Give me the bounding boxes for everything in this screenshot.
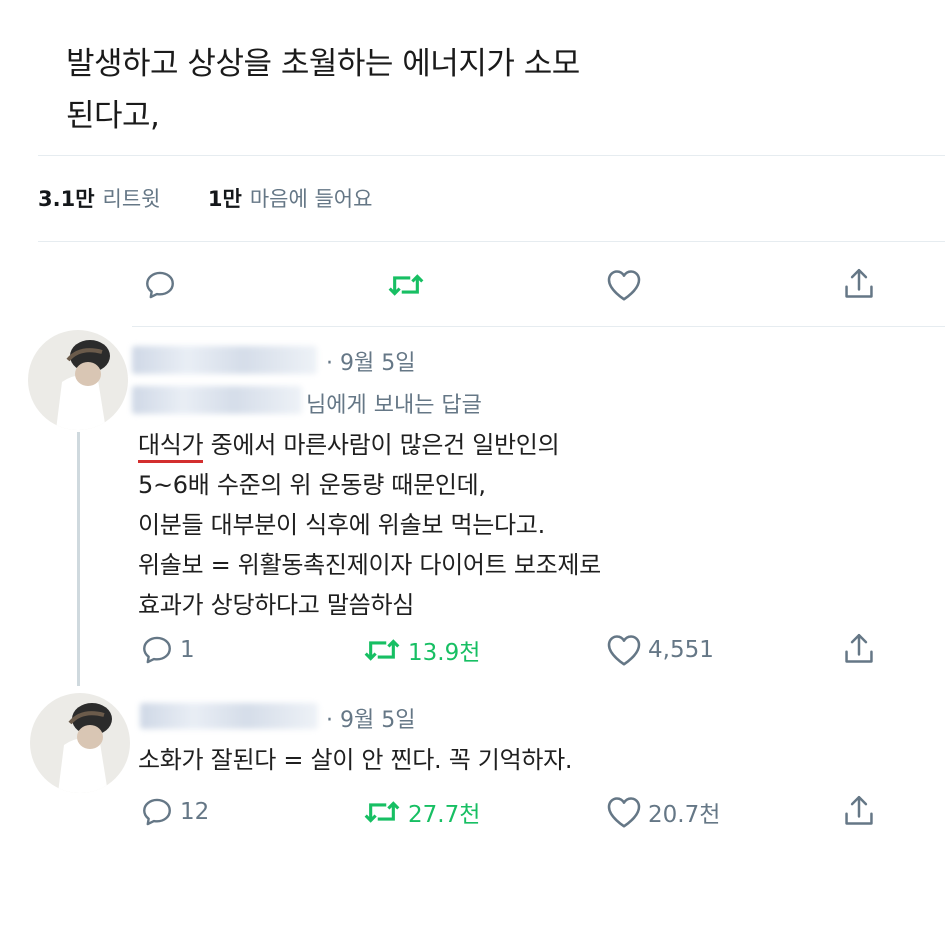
avatar-image bbox=[28, 330, 128, 430]
retweet-icon bbox=[388, 274, 424, 296]
like-count: 4,551 bbox=[648, 637, 714, 663]
reply-text-line: 효과가 상당하다고 말씀하심 bbox=[138, 591, 415, 619]
username-redacted bbox=[132, 346, 317, 374]
reply-count: 1 bbox=[180, 637, 195, 663]
username-redacted bbox=[140, 703, 318, 729]
retweet-button[interactable]: 27.7천 bbox=[362, 795, 480, 829]
reply-icon bbox=[143, 798, 171, 826]
reply-text-line: 5~6배 수준의 위 운동량 때문인데, bbox=[138, 471, 486, 499]
like-button[interactable]: 20.7천 bbox=[606, 795, 720, 829]
share-icon bbox=[845, 633, 873, 663]
reply-to-redacted bbox=[132, 386, 302, 414]
tweet-text-line: 된다고, bbox=[66, 98, 160, 134]
reply-icon bbox=[143, 636, 171, 664]
retweet-count: 3.1만 bbox=[38, 187, 95, 211]
reply-button[interactable] bbox=[143, 268, 177, 302]
share-icon bbox=[845, 795, 873, 825]
like-icon bbox=[607, 270, 641, 301]
share-button[interactable] bbox=[842, 793, 876, 829]
thread-line bbox=[77, 432, 80, 686]
like-icon bbox=[607, 797, 641, 828]
reply-button[interactable]: 12 bbox=[140, 795, 209, 829]
retweet-icon bbox=[364, 639, 400, 661]
divider bbox=[38, 155, 945, 156]
divider bbox=[132, 326, 945, 327]
tweet-text-line: 발생하고 상상을 초월하는 에너지가 소모 bbox=[66, 46, 580, 82]
reply-icon bbox=[146, 271, 174, 299]
reply-text-line: 중에서 마른사람이 많은건 일반인의 bbox=[203, 431, 560, 459]
avatar[interactable] bbox=[28, 330, 128, 430]
tweet-stats: 3.1만 리트윗 1만 마음에 들어요 bbox=[38, 183, 372, 213]
like-label: 마음에 들어요 bbox=[249, 187, 373, 211]
avatar-image bbox=[30, 693, 130, 793]
reply-to-label: 님에게 보내는 답글 bbox=[306, 393, 482, 418]
like-button[interactable] bbox=[606, 268, 642, 302]
share-button[interactable] bbox=[842, 266, 876, 302]
retweet-button[interactable] bbox=[386, 268, 426, 302]
share-icon bbox=[845, 268, 873, 298]
retweet-icon bbox=[364, 801, 400, 823]
retweet-stat[interactable]: 3.1만 리트윗 bbox=[38, 187, 167, 211]
reply-date: · 9월 5일 bbox=[326, 708, 416, 733]
reply-text: 소화가 잘된다 = 살이 안 찐다. 꼭 기억하자. bbox=[138, 746, 573, 774]
retweet-count: 27.7천 bbox=[408, 802, 481, 828]
reply-date: · 9월 5일 bbox=[326, 351, 416, 376]
like-count: 1만 bbox=[207, 187, 242, 211]
reply-text-line: 이분들 대부분이 식후에 위솔보 먹는다고. bbox=[138, 511, 545, 539]
like-icon bbox=[607, 635, 641, 666]
retweet-label: 리트윗 bbox=[102, 187, 161, 211]
divider bbox=[38, 241, 945, 242]
reply-button[interactable]: 1 bbox=[140, 633, 195, 667]
tweet-text: 발생하고 상상을 초월하는 에너지가 소모 된다고, bbox=[66, 38, 580, 142]
like-stat[interactable]: 1만 마음에 들어요 bbox=[208, 187, 373, 211]
reply-text-line: 위솔보 = 위활동촉진제이자 다이어트 보조제로 bbox=[138, 551, 601, 579]
avatar[interactable] bbox=[30, 693, 130, 793]
retweet-count: 13.9천 bbox=[408, 640, 481, 666]
like-button[interactable]: 4,551 bbox=[606, 633, 714, 667]
reply-count: 12 bbox=[180, 799, 210, 825]
like-count: 20.7천 bbox=[648, 802, 721, 828]
reply-text: 대식가 중에서 마른사람이 많은건 일반인의 5~6배 수준의 위 운동량 때문… bbox=[138, 425, 601, 625]
retweet-button[interactable]: 13.9천 bbox=[362, 633, 480, 667]
share-button[interactable] bbox=[842, 631, 876, 667]
highlighted-word: 대식가 bbox=[138, 431, 204, 463]
